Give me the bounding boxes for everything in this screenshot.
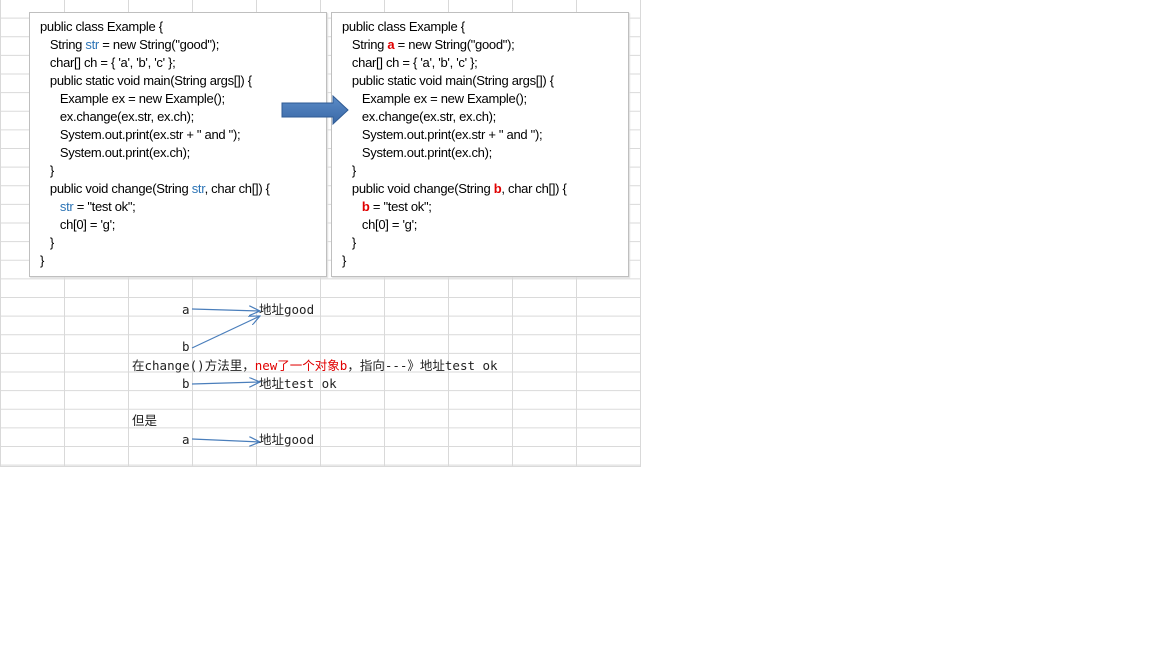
- label-address-test-ok: 地址test ok: [259, 376, 337, 391]
- label-a: a: [182, 302, 190, 317]
- block-arrow-right: [281, 94, 349, 126]
- arrow-a-to-good: [191, 309, 260, 311]
- sentence-highlight: new了一个对象b: [254, 358, 348, 373]
- arrows-layer: [191, 94, 349, 648]
- label-but: 但是: [132, 413, 158, 428]
- label-address-good: 地址good: [259, 302, 315, 317]
- sentence-part: 在change()方法里，: [132, 358, 255, 373]
- arrow-b-to-good: [191, 316, 260, 349]
- label-address-good-2: 地址good: [259, 432, 315, 447]
- label-b-2: b: [182, 376, 190, 391]
- label-b: b: [182, 339, 190, 354]
- arrow-a-to-good-2: [191, 439, 260, 442]
- sentence-part: ，指向---》地址test ok: [347, 358, 498, 373]
- arrow-b-to-test-ok: [191, 382, 260, 384]
- label-a-2: a: [182, 432, 190, 447]
- explanation-sentence: 在change()方法里，new了一个对象b，指向---》地址test ok: [132, 359, 498, 373]
